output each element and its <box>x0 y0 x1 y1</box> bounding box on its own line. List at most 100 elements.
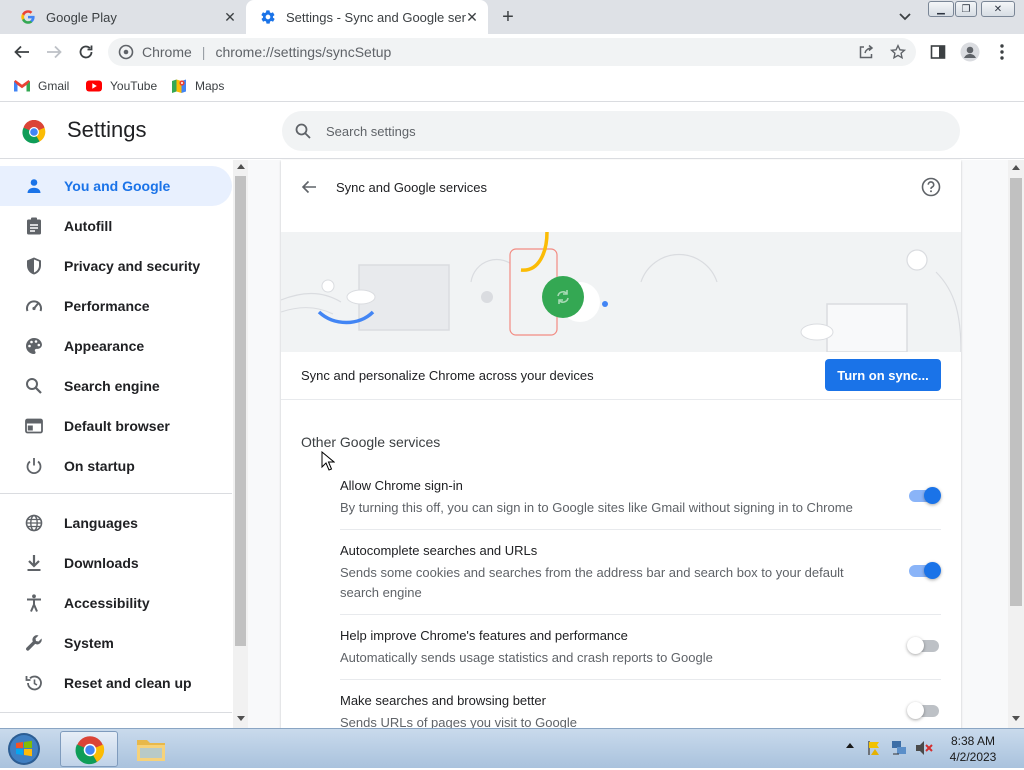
tab-google-play[interactable]: Google Play ✕ <box>8 0 246 34</box>
sidebar-item-accessibility[interactable]: Accessibility <box>0 583 232 623</box>
autocomplete-toggle[interactable] <box>907 562 941 579</box>
reload-icon[interactable] <box>74 40 98 64</box>
sidebar-item-you-and-google[interactable]: You and Google <box>0 166 232 206</box>
sidebar-item-label: Reset and clean up <box>64 675 192 691</box>
sidebar-item-performance[interactable]: Performance <box>0 286 232 326</box>
setting-title: Allow Chrome sign-in <box>340 478 463 493</box>
sidebar-scrollbar-thumb[interactable] <box>235 176 246 646</box>
google-g-icon <box>20 9 36 25</box>
setting-title: Help improve Chrome's features and perfo… <box>340 628 628 643</box>
sidebar-item-autofill[interactable]: Autofill <box>0 206 232 246</box>
setting-title: Autocomplete searches and URLs <box>340 543 538 558</box>
back-arrow-icon[interactable] <box>10 40 34 64</box>
main-scrollbar[interactable] <box>1008 160 1024 728</box>
scroll-down-arrow-icon[interactable] <box>237 716 245 721</box>
search-icon <box>24 376 44 396</box>
settings-gear-icon <box>260 9 276 25</box>
scroll-down-arrow-icon[interactable] <box>1012 716 1020 721</box>
reset-icon <box>24 673 44 693</box>
setting-description: Automatically sends usage statistics and… <box>340 650 713 665</box>
side-panel-icon[interactable] <box>926 40 950 64</box>
sidebar-item-reset[interactable]: Reset and clean up <box>0 663 232 703</box>
setting-description: By turning this off, you can sign in to … <box>340 500 853 515</box>
taskbar-explorer-button[interactable] <box>122 731 180 767</box>
folder-icon <box>137 740 165 761</box>
tab-settings-sync[interactable]: Settings - Sync and Google servi ✕ <box>246 0 488 34</box>
sidebar-item-on-startup[interactable]: On startup <box>0 446 232 486</box>
sidebar-item-label: Performance <box>64 298 150 314</box>
sidebar-item-search-engine[interactable]: Search engine <box>0 366 232 406</box>
share-icon[interactable] <box>854 40 878 64</box>
help-improve-toggle[interactable] <box>907 637 941 654</box>
chrome-logo-icon <box>75 736 105 765</box>
tab-title: Google Play <box>46 9 117 25</box>
back-arrow-icon[interactable] <box>301 179 317 195</box>
shield-icon <box>24 256 44 276</box>
globe-icon <box>24 513 44 533</box>
sidebar-item-system[interactable]: System <box>0 623 232 663</box>
setting-row-allow-signin[interactable]: Allow Chrome sign-in By turning this off… <box>340 478 941 530</box>
scroll-up-arrow-icon[interactable] <box>1012 165 1020 170</box>
sidebar-divider <box>0 712 232 713</box>
turn-on-sync-button[interactable]: Turn on sync... <box>825 359 941 391</box>
setting-row-help-improve[interactable]: Help improve Chrome's features and perfo… <box>340 628 941 680</box>
wrench-icon <box>24 633 44 653</box>
bookmark-label: Maps <box>195 79 225 93</box>
card-title: Sync and Google services <box>336 180 488 195</box>
sidebar-item-label: Privacy and security <box>64 258 201 274</box>
accessibility-icon <box>24 593 44 613</box>
main-scrollbar-thumb[interactable] <box>1010 178 1022 606</box>
address-url[interactable]: chrome://settings/syncSetup <box>215 44 391 60</box>
volume-muted-icon[interactable] <box>914 739 934 760</box>
network-icon[interactable] <box>890 739 908 760</box>
address-bar[interactable]: Chrome | chrome://settings/syncSetup <box>108 38 916 66</box>
chevron-down-icon[interactable] <box>896 9 914 25</box>
profile-avatar-icon[interactable] <box>958 40 982 64</box>
sidebar-item-privacy[interactable]: Privacy and security <box>0 246 232 286</box>
sidebar-item-label: System <box>64 635 114 651</box>
download-icon <box>24 553 44 573</box>
setting-row-autocomplete[interactable]: Autocomplete searches and URLs Sends som… <box>340 543 941 615</box>
settings-header: Settings <box>0 103 1024 159</box>
better-searches-toggle[interactable] <box>907 702 941 719</box>
bookmark-youtube[interactable]: YouTube <box>86 76 157 96</box>
show-hidden-icons-icon[interactable] <box>846 743 854 748</box>
sidebar-item-label: Languages <box>64 515 138 531</box>
power-icon <box>24 456 44 476</box>
bookmark-label: YouTube <box>110 79 158 93</box>
sidebar-item-default-browser[interactable]: Default browser <box>0 406 232 446</box>
setting-description: Sends URLs of pages you visit to Google <box>340 715 578 728</box>
setting-description: Sends some cookies and searches from the… <box>340 565 844 600</box>
windows-start-icon[interactable] <box>4 731 44 767</box>
sidebar-item-appearance[interactable]: Appearance <box>0 326 232 366</box>
search-settings-box[interactable] <box>282 111 960 151</box>
search-input[interactable] <box>326 123 886 139</box>
close-icon[interactable]: ✕ <box>222 9 238 25</box>
minimize-icon[interactable]: ▁ <box>928 1 954 17</box>
sync-row: Sync and personalize Chrome across your … <box>281 352 961 400</box>
scroll-up-arrow-icon[interactable] <box>237 164 245 169</box>
sidebar-item-downloads[interactable]: Downloads <box>0 543 232 583</box>
setting-row-better-searches[interactable]: Make searches and browsing better Sends … <box>340 693 941 728</box>
bookmark-gmail[interactable]: Gmail <box>14 76 69 96</box>
help-icon[interactable] <box>921 177 941 197</box>
forward-arrow-icon[interactable] <box>42 40 66 64</box>
chrome-info-icon[interactable] <box>118 44 134 60</box>
close-icon[interactable]: ✕ <box>464 9 480 25</box>
sidebar-item-label: On startup <box>64 458 135 474</box>
close-window-icon[interactable]: ✕ <box>981 1 1015 17</box>
bookmark-maps[interactable]: Maps <box>171 76 224 96</box>
more-menu-icon[interactable] <box>990 40 1014 64</box>
restore-icon[interactable]: ❐ <box>955 1 977 17</box>
action-center-flag-icon[interactable] <box>866 739 884 760</box>
sidebar-item-languages[interactable]: Languages <box>0 503 232 543</box>
allow-signin-toggle[interactable] <box>907 487 941 504</box>
bookmark-star-icon[interactable] <box>886 40 910 64</box>
taskbar-chrome-button[interactable] <box>60 731 118 767</box>
browser-toolbar: Chrome | chrome://settings/syncSetup <box>0 34 1024 70</box>
taskbar-clock[interactable]: 8:38 AM 4/2/2023 <box>940 733 1006 765</box>
sync-icon <box>542 276 584 318</box>
new-tab-icon[interactable]: + <box>498 7 518 28</box>
sync-settings-card: Sync and Google services Sync and person… <box>281 160 961 728</box>
sidebar-scrollbar[interactable] <box>233 160 248 728</box>
